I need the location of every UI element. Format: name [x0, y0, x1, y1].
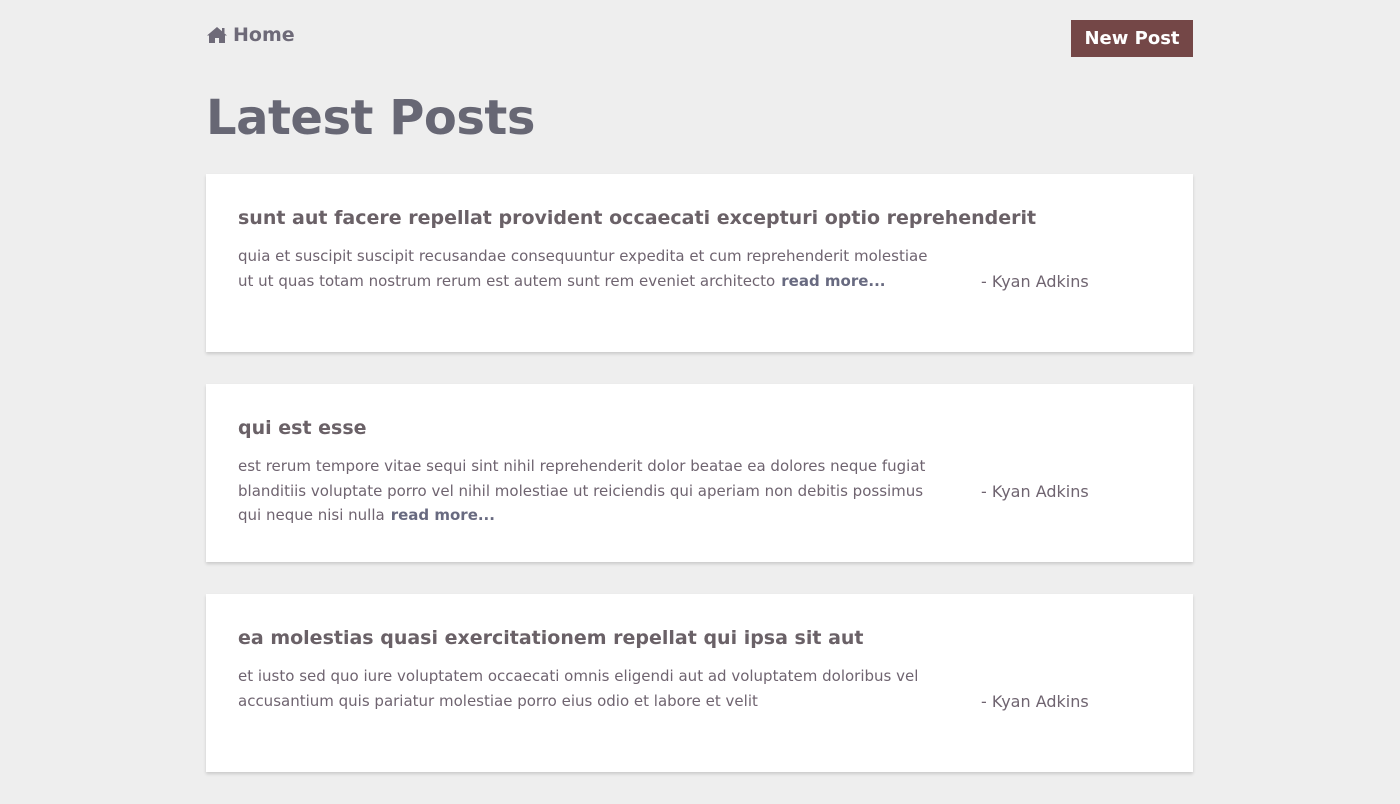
top-bar: Home New Post: [206, 0, 1193, 78]
page-container: Home New Post Latest Posts sunt aut face…: [206, 0, 1193, 804]
post-card: sunt aut facere repellat provident occae…: [206, 174, 1193, 352]
post-card: qui est esse est rerum tempore vitae seq…: [206, 384, 1193, 562]
post-title[interactable]: sunt aut facere repellat provident occae…: [238, 204, 1161, 232]
read-more-link[interactable]: read more...: [391, 506, 495, 524]
home-label: Home: [233, 24, 295, 46]
post-author: - Kyan Adkins: [981, 272, 1089, 291]
post-excerpt: et iusto sed quo iure voluptatem occaeca…: [238, 667, 919, 710]
post-author: - Kyan Adkins: [981, 482, 1089, 501]
page-title: Latest Posts: [206, 90, 535, 146]
posts-list: sunt aut facere repellat provident occae…: [206, 174, 1193, 772]
post-title[interactable]: qui est esse: [238, 414, 1161, 442]
post-title[interactable]: ea molestias quasi exercitationem repell…: [238, 624, 1161, 652]
post-card: ea molestias quasi exercitationem repell…: [206, 594, 1193, 772]
post-author: - Kyan Adkins: [981, 692, 1089, 711]
new-post-button[interactable]: New Post: [1071, 20, 1193, 57]
post-excerpt: est rerum tempore vitae sequi sint nihil…: [238, 457, 926, 524]
post-body: quia et suscipit suscipit recusandae con…: [238, 244, 946, 293]
home-link[interactable]: Home: [206, 24, 295, 46]
post-body: et iusto sed quo iure voluptatem occaeca…: [238, 664, 946, 713]
post-body: est rerum tempore vitae sequi sint nihil…: [238, 454, 946, 528]
home-icon: [206, 26, 233, 44]
read-more-link[interactable]: read more...: [781, 272, 885, 290]
